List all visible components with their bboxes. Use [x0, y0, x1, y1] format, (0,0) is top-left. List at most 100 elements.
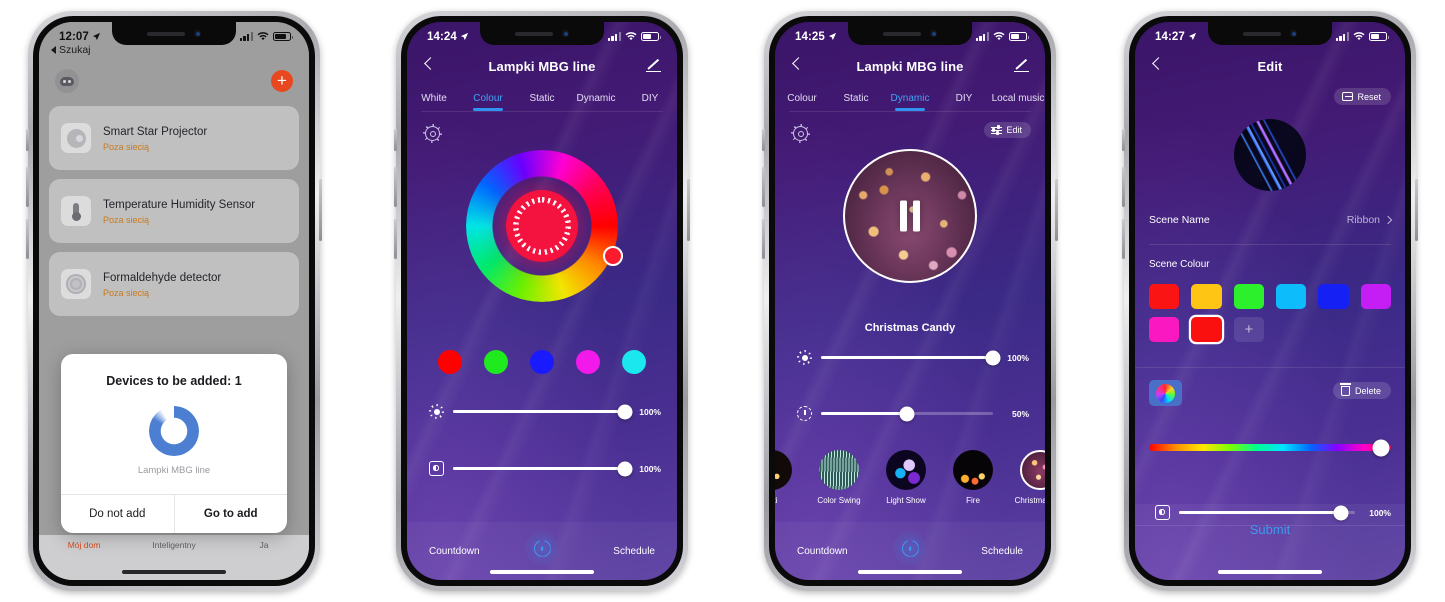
scene-item[interactable]: Color Swing	[812, 450, 866, 505]
colour-wheel-icon[interactable]	[1149, 380, 1182, 406]
go-to-add-button[interactable]: Go to add	[175, 495, 288, 533]
phone-bezel: 14:24 Lampki MBG line White Colour Stati…	[401, 16, 683, 586]
power-side-button[interactable]	[1055, 179, 1058, 241]
scene-colour-cell[interactable]	[1318, 284, 1349, 309]
countdown-button[interactable]: Countdown	[797, 546, 848, 557]
mute-switch[interactable]	[762, 129, 765, 151]
brightness-slider[interactable]: 100%	[429, 404, 661, 419]
volume-down-button[interactable]	[394, 219, 397, 259]
scene-item[interactable]: etti	[775, 450, 799, 505]
hue-track[interactable]	[1149, 444, 1391, 451]
power-side-button[interactable]	[1415, 179, 1418, 241]
device-row[interactable]: Temperature Humidity Sensor Poza siecią	[49, 179, 299, 243]
schedule-button[interactable]: Schedule	[613, 546, 655, 557]
power-side-button[interactable]	[687, 179, 690, 241]
volume-up-button[interactable]	[1122, 167, 1125, 207]
scan-device-icon[interactable]	[55, 69, 79, 93]
scene-colour-cell[interactable]	[1149, 284, 1180, 309]
scene-preview[interactable]	[843, 149, 977, 283]
swatch-red[interactable]	[438, 350, 462, 374]
speed-track[interactable]	[821, 406, 993, 421]
colour-wheel[interactable]	[466, 150, 623, 302]
tab-dynamic[interactable]: Dynamic	[883, 93, 937, 104]
scene-item-selected[interactable]: Christmas C...	[1013, 450, 1045, 505]
scene-colour-cell-selected[interactable]	[1191, 317, 1222, 342]
swatch-blue[interactable]	[530, 350, 554, 374]
submit-button[interactable]: Submit	[1250, 522, 1290, 537]
home-indicator[interactable]	[490, 570, 594, 574]
gear-icon[interactable]	[425, 126, 440, 141]
colour-wheel-handle[interactable]	[603, 246, 623, 266]
tab-smart[interactable]: Inteligentny	[129, 540, 219, 550]
pencil-icon[interactable]	[1014, 57, 1031, 73]
chevron-left-icon[interactable]	[1149, 55, 1167, 73]
volume-down-button[interactable]	[1122, 219, 1125, 259]
volume-down-button[interactable]	[762, 219, 765, 259]
home-indicator[interactable]	[122, 570, 226, 574]
volume-up-button[interactable]	[394, 167, 397, 207]
tab-static[interactable]: Static	[515, 93, 569, 104]
schedule-button[interactable]: Schedule	[981, 546, 1023, 557]
power-button[interactable]	[525, 531, 559, 565]
hue-knob[interactable]	[1372, 439, 1390, 456]
brightness-track[interactable]	[453, 404, 633, 419]
mute-switch[interactable]	[394, 129, 397, 151]
delete-button[interactable]: Delete	[1332, 382, 1391, 399]
colour-temperature-knob[interactable]	[617, 461, 633, 476]
tab-colour[interactable]: Colour	[461, 93, 515, 104]
tab-me[interactable]: Ja	[219, 540, 309, 550]
tab-local-music[interactable]: Local music	[991, 93, 1045, 104]
colour-temperature-track[interactable]	[453, 461, 633, 476]
mute-switch[interactable]	[26, 129, 29, 151]
countdown-button[interactable]: Countdown	[429, 546, 480, 557]
hue-slider[interactable]	[1149, 439, 1391, 456]
swatch-cyan[interactable]	[622, 350, 646, 374]
home-indicator[interactable]	[858, 570, 962, 574]
tab-my-home[interactable]: Mój dom	[39, 540, 129, 550]
tab-diy[interactable]: DIY	[623, 93, 677, 104]
device-row[interactable]: Smart Star Projector Poza siecią	[49, 106, 299, 170]
brightness-track[interactable]	[821, 350, 1001, 365]
tab-white[interactable]: White	[407, 93, 461, 104]
power-side-button[interactable]	[319, 179, 322, 241]
scene-colour-cell[interactable]	[1233, 284, 1264, 309]
speed-slider[interactable]: 50%	[797, 406, 1029, 421]
scene-item[interactable]: Light Show	[879, 450, 933, 505]
scene-colour-cell[interactable]	[1149, 317, 1180, 342]
pencil-icon[interactable]	[646, 57, 663, 73]
tab-static[interactable]: Static	[829, 93, 883, 104]
brightness-slider[interactable]: 100%	[797, 350, 1029, 365]
power-button[interactable]	[893, 531, 927, 565]
volume-up-button[interactable]	[762, 167, 765, 207]
tab-colour[interactable]: Colour	[775, 93, 829, 104]
tab-diy[interactable]: DIY	[937, 93, 991, 104]
mute-switch[interactable]	[1122, 129, 1125, 151]
home-indicator[interactable]	[1218, 570, 1322, 574]
swatch-green[interactable]	[484, 350, 508, 374]
add-colour-button[interactable]: +	[1233, 317, 1264, 342]
volume-up-button[interactable]	[26, 167, 29, 207]
add-device-button[interactable]: +	[271, 70, 293, 92]
edit-scene-button[interactable]: Edit	[984, 122, 1031, 138]
do-not-add-button[interactable]: Do not add	[61, 495, 175, 533]
scene-colour-grid: +	[1149, 284, 1391, 342]
swatch-magenta[interactable]	[576, 350, 600, 374]
brightness-knob[interactable]	[985, 350, 1001, 365]
pause-icon[interactable]	[900, 200, 920, 232]
gear-icon[interactable]	[793, 126, 808, 141]
scene-list[interactable]: etti Color Swing Light Show Fire	[775, 450, 1045, 505]
scene-colour-cell[interactable]	[1360, 284, 1391, 309]
scene-colour-cell[interactable]	[1276, 284, 1307, 309]
device-row[interactable]: Formaldehyde detector Poza siecią	[49, 252, 299, 316]
scene-item[interactable]: Fire	[946, 450, 1000, 505]
chevron-left-icon[interactable]	[421, 55, 439, 73]
scene-colour-cell[interactable]	[1191, 284, 1222, 309]
scene-name-row[interactable]: Scene Name Ribbon	[1149, 214, 1393, 226]
colour-temperature-slider[interactable]: 100%	[429, 461, 661, 476]
reset-button[interactable]: Reset	[1334, 88, 1391, 105]
speed-knob[interactable]	[899, 406, 915, 421]
volume-down-button[interactable]	[26, 219, 29, 259]
tab-dynamic[interactable]: Dynamic	[569, 93, 623, 104]
brightness-knob[interactable]	[617, 404, 633, 419]
chevron-left-icon[interactable]	[789, 55, 807, 73]
